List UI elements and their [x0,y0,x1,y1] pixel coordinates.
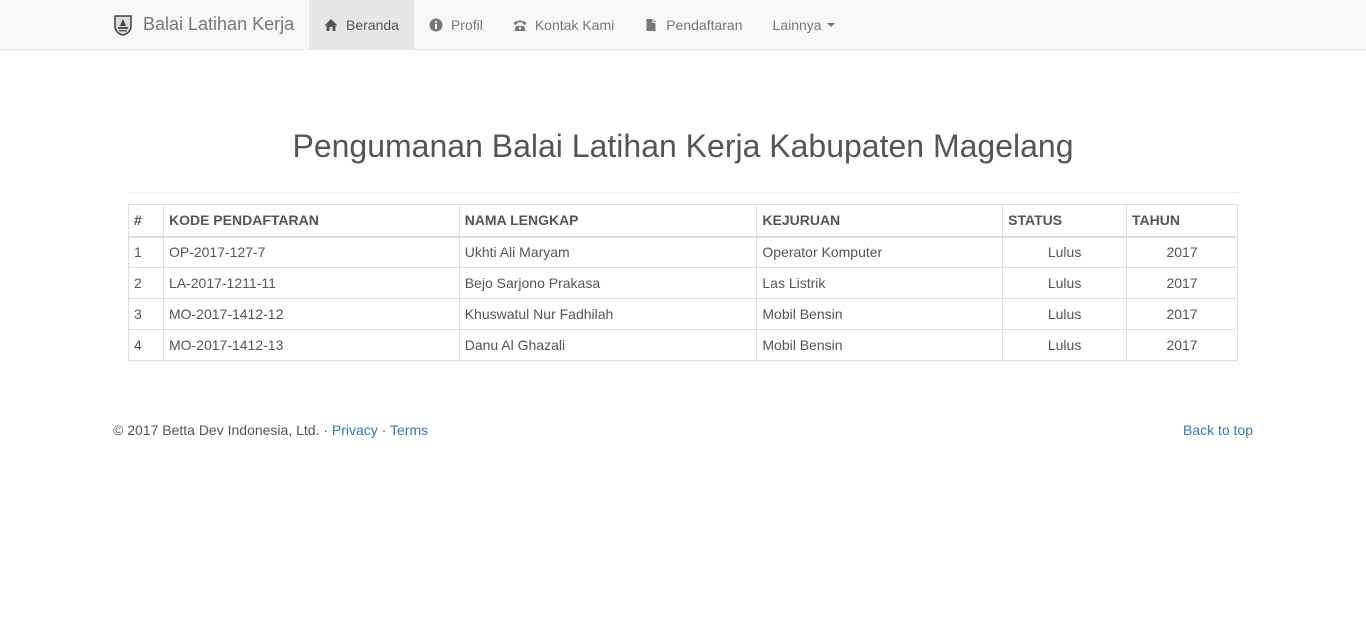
footer-back-to-top: Back to top [1183,422,1253,438]
column-header-kode: KODE PENDAFTARAN [162,204,460,238]
privacy-link[interactable]: Privacy [332,422,378,438]
cell-kode: LA-2017-1211-11 [162,267,460,299]
terms-link[interactable]: Terms [390,422,428,438]
cell-kode: OP-2017-127-7 [162,236,460,268]
cell-kejuruan: Mobil Bensin [756,329,1004,361]
column-header-number: # [128,204,164,238]
footer-copyright: © 2017 Betta Dev Indonesia, Ltd. · Priva… [113,422,428,438]
table-row: 2 LA-2017-1211-11 Bejo Sarjono Prakasa L… [128,267,1238,299]
nav-item-pendaftaran[interactable]: Pendaftaran [629,0,757,49]
cell-nama: Bejo Sarjono Prakasa [458,267,758,299]
cell-number: 2 [128,267,164,299]
nav-label: Profil [450,16,483,33]
cell-tahun: 2017 [1126,329,1238,361]
cell-number: 3 [128,298,164,330]
nav-label: Beranda [346,16,399,33]
cell-tahun: 2017 [1126,298,1238,330]
brand-title: Balai Latihan Kerja [143,14,295,34]
nav-label: Pendaftaran [666,16,743,33]
nav-item-kontak-kami[interactable]: Kontak Kami [498,0,629,49]
cell-nama: Khuswatul Nur Fadhilah [458,298,758,330]
table-header-row: # KODE PENDAFTARAN NAMA LENGKAP KEJURUAN… [128,204,1238,238]
nav-label: Lainnya [772,16,822,33]
column-header-tahun: TAHUN [1126,204,1238,238]
cell-nama: Danu Al Ghazali [458,329,758,361]
nav-label: Kontak Kami [534,16,615,33]
brand-link[interactable]: Balai Latihan Kerja [113,0,294,49]
page-header: Pengumanan Balai Latihan Kerja Kabupaten… [128,118,1238,193]
cell-status: Lulus [1002,329,1128,361]
info-sign-icon [429,18,443,31]
coat-of-arms-logo-icon [114,14,132,36]
cell-kejuruan: Mobil Bensin [756,298,1004,330]
nav-item-profil[interactable]: Profil [414,0,498,49]
cell-status: Lulus [1002,236,1128,268]
nav-menu: Beranda Profil Kontak Kami Pendaftaran L… [309,0,850,49]
phone-alt-icon [513,20,527,31]
nav-item-beranda[interactable]: Beranda [309,0,414,49]
cell-kode: MO-2017-1412-12 [162,298,460,330]
caret-down-icon [826,22,835,27]
column-header-status: STATUS [1002,204,1128,238]
table-row: 4 MO-2017-1412-13 Danu Al Ghazali Mobil … [128,329,1238,361]
cell-tahun: 2017 [1126,236,1238,268]
cell-status: Lulus [1002,267,1128,299]
announcement-table: # KODE PENDAFTARAN NAMA LENGKAP KEJURUAN… [128,204,1238,361]
copyright-text: © 2017 Betta Dev Indonesia, Ltd. · [113,422,332,438]
table-row: 1 OP-2017-127-7 Ukhti Ali Maryam Operato… [128,236,1238,268]
cell-kejuruan: Operator Komputer [756,236,1004,268]
back-to-top-link[interactable]: Back to top [1183,422,1253,438]
cell-kode: MO-2017-1412-13 [162,329,460,361]
home-icon [324,18,338,31]
page-title: Pengumanan Balai Latihan Kerja Kabupaten… [292,128,1074,164]
nav-item-lainnya-dropdown[interactable]: Lainnya [758,0,850,49]
cell-nama: Ukhti Ali Maryam [458,236,758,268]
navbar: Balai Latihan Kerja Beranda Profil Konta… [0,0,1366,50]
cell-status: Lulus [1002,298,1128,330]
table-row: 3 MO-2017-1412-12 Khuswatul Nur Fadhilah… [128,298,1238,330]
column-header-nama: NAMA LENGKAP [458,204,758,238]
cell-number: 4 [128,329,164,361]
column-header-kejuruan: KEJURUAN [756,204,1004,238]
cell-kejuruan: Las Listrik [756,267,1004,299]
cell-tahun: 2017 [1126,267,1238,299]
footer-separator: · [377,422,391,438]
file-icon [646,18,656,31]
cell-number: 1 [128,236,164,268]
